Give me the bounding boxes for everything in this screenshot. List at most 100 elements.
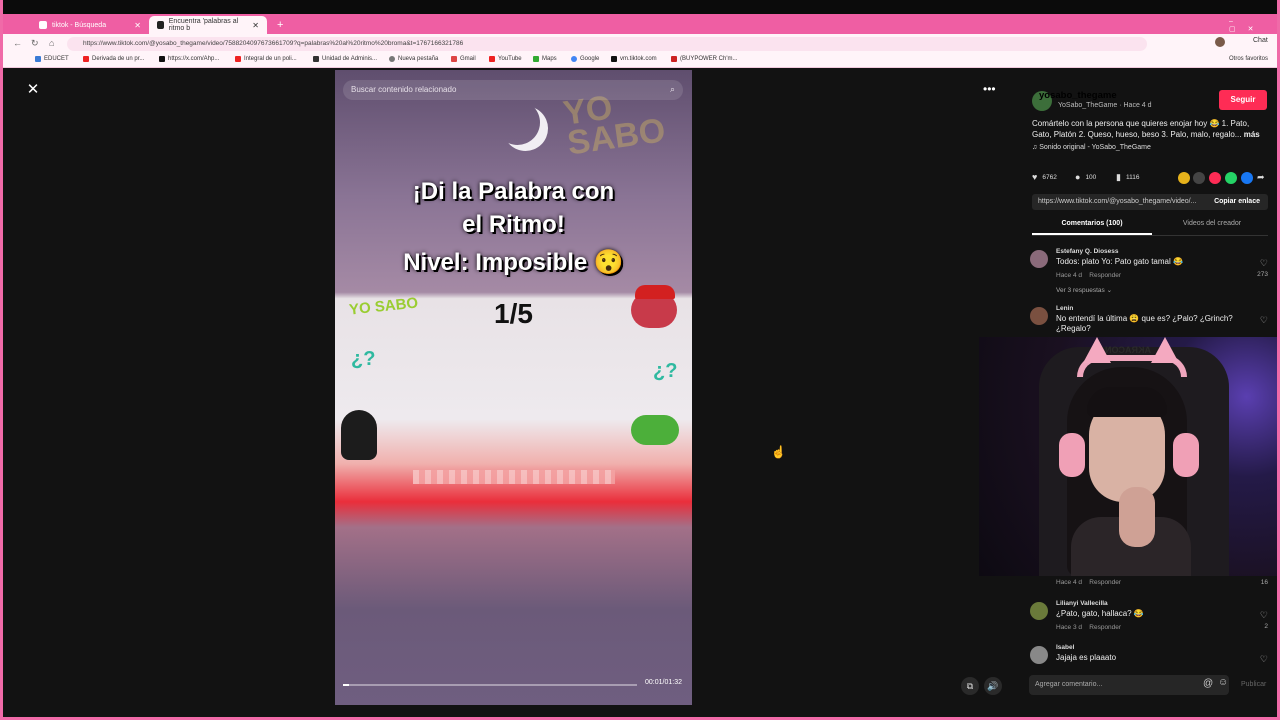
avatar[interactable] — [1030, 646, 1048, 664]
close-icon[interactable]: ✕ — [252, 21, 259, 30]
heart-icon[interactable]: ♡ — [1260, 258, 1268, 269]
streamer-hand — [1119, 487, 1155, 547]
webcam-overlay: AKRACON — [979, 337, 1277, 576]
whatsapp-icon[interactable] — [1225, 172, 1237, 184]
bookmark[interactable]: Google — [571, 56, 599, 62]
tab-creator-videos[interactable]: Videos del creador — [1152, 218, 1272, 227]
more-options-icon[interactable]: ••• — [983, 82, 996, 96]
chat-button[interactable]: Chat — [1253, 37, 1268, 44]
more-link[interactable]: más — [1244, 130, 1260, 139]
comment-author[interactable]: Isabel — [1056, 644, 1074, 651]
reply-link[interactable]: Responder — [1089, 579, 1121, 586]
video-progress-bar[interactable] — [343, 684, 637, 686]
close-icon[interactable]: ✕ — [23, 80, 43, 100]
pip-icon[interactable]: ⧉ — [961, 677, 979, 695]
sound-link[interactable]: ♫ Sonido original - YoSabo_TheGame — [1032, 144, 1151, 151]
headset-cup — [1173, 433, 1199, 477]
other-favorites[interactable]: Otros favoritos — [1229, 56, 1268, 62]
avatar[interactable] — [1215, 37, 1225, 47]
question-mark: ¿? — [351, 348, 376, 370]
tab-bar: tiktok - Búsqueda ✕ Encuentra 'palabras … — [3, 14, 1277, 34]
heart-icon[interactable]: ♡ — [1260, 610, 1268, 621]
heart-icon[interactable]: ♡ — [1260, 315, 1268, 326]
moon-graphic — [495, 100, 540, 145]
volume-icon[interactable]: 🔊 — [984, 677, 1002, 695]
bookmark[interactable]: Nueva pestaña — [389, 56, 438, 62]
view-replies[interactable]: Ver 3 respuestas ⌄ — [1056, 286, 1112, 294]
emoji-icon[interactable]: ☺ — [1218, 677, 1228, 688]
bookmark[interactable]: (BUYPOWER Ch'm... — [671, 56, 737, 62]
avatar[interactable] — [1030, 250, 1048, 268]
headset-brand: AKRACON — [1105, 345, 1151, 355]
progress-fill — [343, 684, 349, 686]
reply-link[interactable]: Responder — [1089, 624, 1121, 631]
mouse-cursor: ☝ — [771, 445, 786, 459]
title-strip — [3, 0, 1277, 14]
avatar[interactable] — [1030, 602, 1048, 620]
embed-icon[interactable] — [1193, 172, 1205, 184]
facebook-icon[interactable] — [1241, 172, 1253, 184]
bookmark[interactable]: Gmail — [451, 56, 476, 62]
video-title-line: Nivel: Imposible 😯 — [403, 249, 624, 276]
like-count: 2 — [1264, 623, 1268, 630]
new-tab-button[interactable]: + — [269, 16, 289, 34]
close-icon[interactable]: ✕ — [134, 21, 141, 30]
bookmark[interactable]: EDUCET — [35, 56, 69, 62]
search-icon[interactable]: ⌕ — [670, 84, 675, 95]
send-icon[interactable] — [1209, 172, 1221, 184]
video-description: Comártelo con la persona que quieres eno… — [1032, 119, 1260, 139]
screen: tiktok - Búsqueda ✕ Encuentra 'palabras … — [0, 0, 1280, 720]
user-subline: YoSabo_TheGame · Hace 4 d — [1058, 102, 1152, 109]
share-icon[interactable]: ➦ — [1257, 172, 1269, 184]
follow-button[interactable]: Seguir — [1219, 90, 1267, 110]
cat-ear — [1151, 337, 1179, 363]
rhythm-track — [413, 470, 615, 484]
bookmarks-bar: EDUCET Derivada de un pr... https://x.co… — [3, 53, 1277, 68]
comment-input[interactable]: Agregar comentario... — [1029, 675, 1229, 695]
bookmark[interactable]: Derivada de un pr... — [83, 56, 144, 62]
video-time: 00:01/01:32 — [645, 679, 682, 686]
mention-icon[interactable]: @ — [1203, 678, 1213, 689]
search-icon — [39, 21, 47, 29]
avatar[interactable] — [1030, 307, 1048, 325]
copy-link-button[interactable]: Copiar enlace — [1214, 198, 1260, 205]
coin-icon[interactable] — [1178, 172, 1190, 184]
bookmark[interactable]: Maps — [533, 56, 557, 62]
bookmark[interactable]: YouTube — [489, 56, 522, 62]
comment-author[interactable]: Lilianyi Vallecilla — [1056, 600, 1108, 607]
tiktok-icon — [157, 21, 164, 29]
comment-author[interactable]: Estefany Q. Diosess — [1056, 248, 1119, 255]
bookmark[interactable]: Unidad de Adminis... — [313, 56, 377, 62]
related-search-input[interactable]: Buscar contenido relacionado ⌕ — [343, 80, 683, 100]
comment-author[interactable]: Lenin — [1056, 305, 1073, 312]
reload-icon[interactable]: ↻ — [31, 38, 39, 49]
cat-ear — [1083, 337, 1111, 363]
publish-button[interactable]: Publicar — [1241, 681, 1266, 688]
video-player[interactable]: YO SABO Buscar contenido relacionado ⌕ ¡… — [335, 70, 692, 705]
save-stat[interactable]: ▮ 1116 — [1116, 172, 1139, 183]
heart-icon[interactable]: ♡ — [1260, 654, 1268, 665]
url-input[interactable]: https://www.tiktok.com/@yosabo_thegame/v… — [67, 37, 1147, 51]
like-count: 273 — [1257, 271, 1268, 278]
window-controls[interactable]: –▢✕ — [1221, 16, 1277, 34]
tab-comments[interactable]: Comentarios (100) — [1032, 218, 1152, 235]
frog-sticker — [631, 415, 679, 445]
video-link: https://www.tiktok.com/@yosabo_thegame/v… — [1032, 194, 1268, 210]
home-icon[interactable]: ⌂ — [49, 38, 54, 48]
back-icon[interactable]: ← — [13, 38, 22, 48]
bookmark[interactable]: vm.tiktok.com — [611, 56, 657, 62]
tab-search[interactable]: tiktok - Búsqueda ✕ — [31, 16, 149, 34]
reply-link[interactable]: Responder — [1089, 272, 1121, 279]
tab-video[interactable]: Encuentra 'palabras al ritmo b ✕ — [149, 16, 267, 34]
comment-stat[interactable]: ● 100 — [1075, 172, 1096, 182]
tab-title: Encuentra 'palabras al ritmo b — [168, 18, 239, 32]
bookmark[interactable]: https://x.com/Ahp... — [159, 56, 219, 62]
comment-icon: ● — [1075, 172, 1081, 182]
comment-meta: Hace 3 d Responder — [1056, 624, 1122, 631]
headset-cup — [1059, 433, 1085, 477]
like-count: 16 — [1260, 579, 1268, 586]
comment-text: ¿Pato, gato, hallaca? 😂 — [1056, 609, 1144, 618]
like-stat[interactable]: ♥ 6762 — [1032, 172, 1057, 182]
bookmark[interactable]: Integral de un poli... — [235, 56, 297, 62]
username[interactable]: yosabo_thegame — [1039, 90, 1117, 101]
